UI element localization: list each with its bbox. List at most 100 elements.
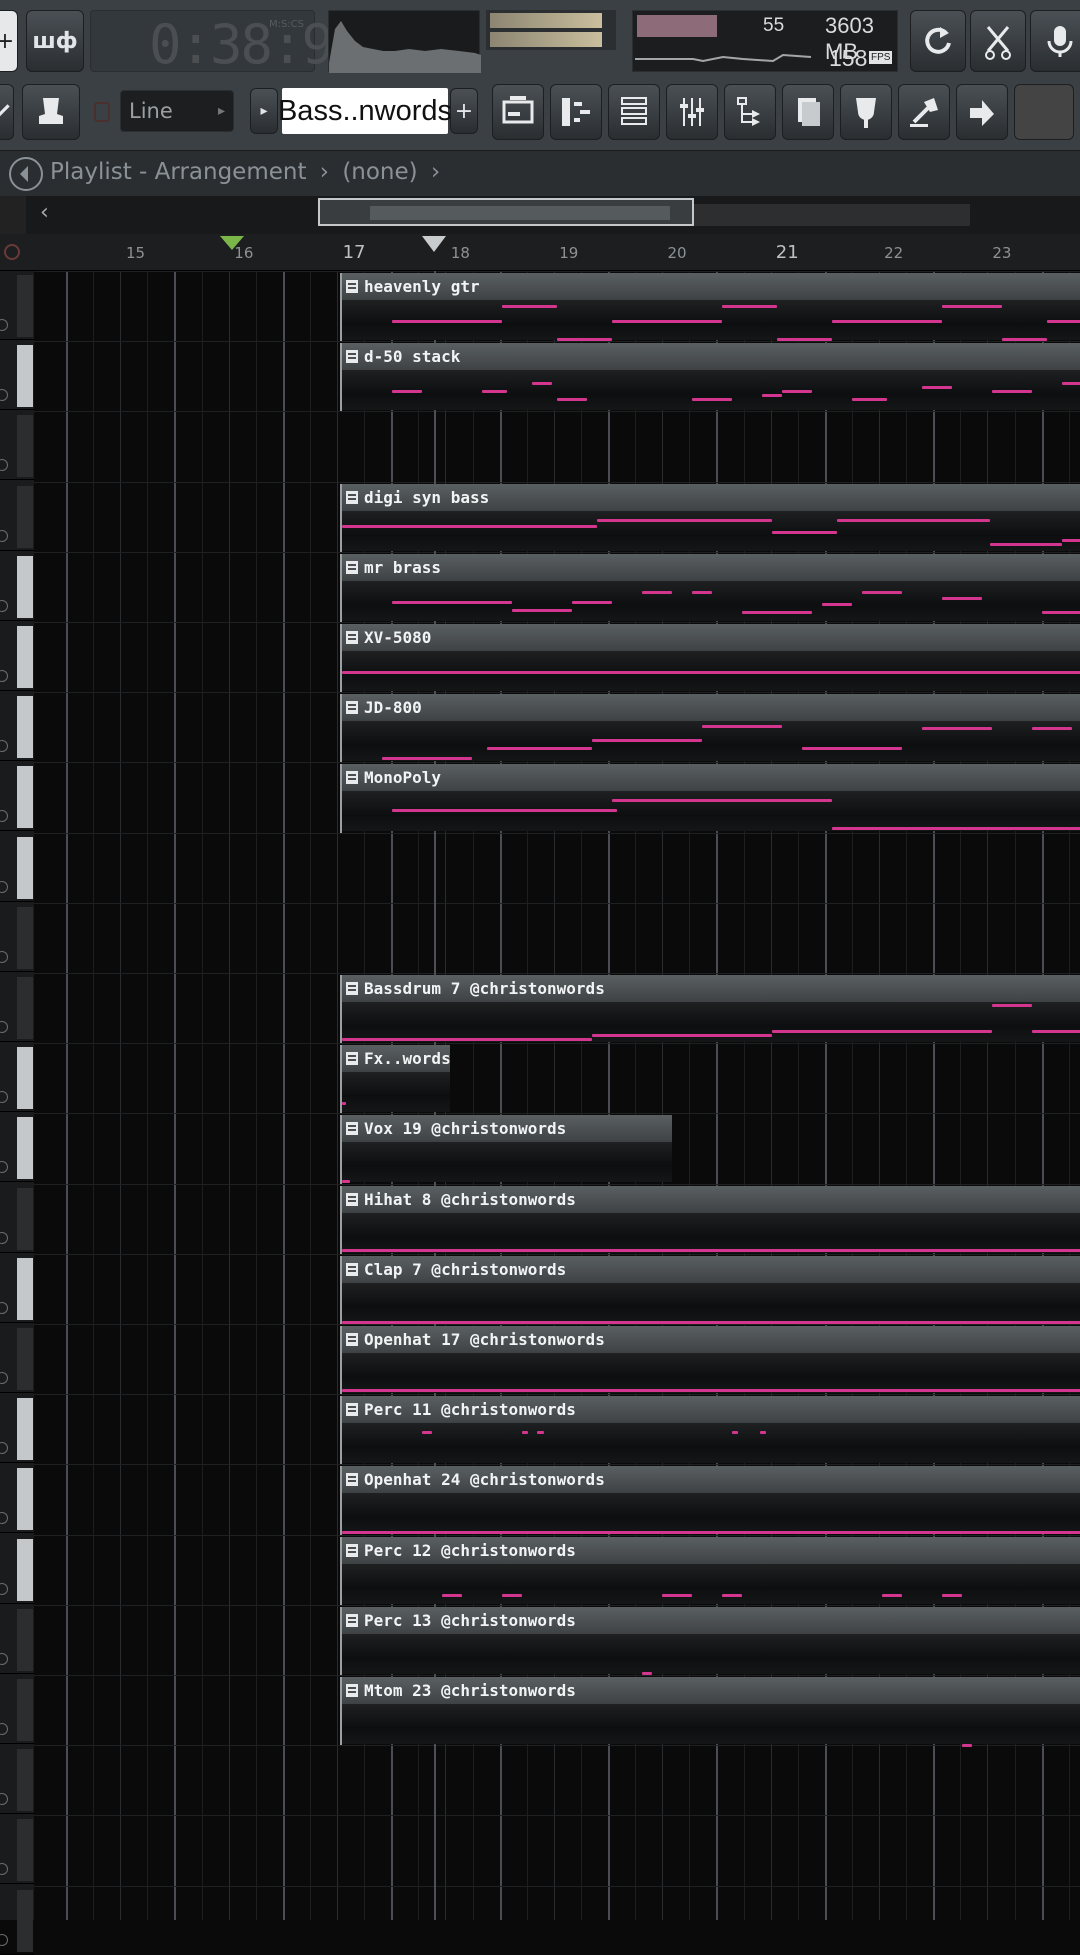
clip-header[interactable]: Openhat 24 @christonwords	[342, 1466, 1080, 1494]
clip-heavenly-gtr[interactable]: heavenly gtr	[340, 273, 1080, 353]
track-mute-button[interactable]	[17, 1468, 33, 1531]
browser-button[interactable]	[724, 84, 776, 140]
clip-menu-icon[interactable]	[346, 701, 358, 715]
pencil-tool-button[interactable]	[0, 84, 14, 140]
track-header-3[interactable]	[0, 411, 34, 481]
track-mute-button[interactable]	[17, 1257, 33, 1320]
track-mute-button[interactable]	[17, 626, 33, 688]
extra-button[interactable]	[1014, 84, 1074, 140]
clip-menu-icon[interactable]	[346, 1684, 358, 1697]
performance-button[interactable]	[898, 84, 950, 140]
clip-header[interactable]: d-50 stack	[342, 343, 1080, 371]
playlist-menu-icon[interactable]	[6, 154, 46, 194]
track-header-22[interactable]	[0, 1745, 34, 1815]
track-mute-button[interactable]	[17, 485, 33, 548]
track-header-5[interactable]	[0, 552, 34, 621]
pattern-selector[interactable]: Bass..nwords	[278, 88, 452, 134]
timeline-ruler[interactable]: 15 16 17 18 19 20 21 22 23	[0, 234, 1080, 271]
snap-grid-icon[interactable]	[0, 196, 26, 234]
track-header-17[interactable]	[0, 1394, 34, 1464]
track-mute-button[interactable]	[17, 1608, 33, 1671]
clip-perc-11-christonwords[interactable]: Perc 11 @christonwords	[340, 1396, 1080, 1465]
clip-perc-13-christonwords[interactable]: Perc 13 @christonwords	[340, 1606, 1080, 1675]
song-time-display[interactable]: 0:38:93 M:S:CS	[90, 10, 365, 76]
mixer-button[interactable]	[666, 84, 718, 140]
track-mute-button[interactable]	[17, 1749, 33, 1812]
track-header-19[interactable]	[0, 1535, 34, 1604]
clip-hihat-8-christonwords[interactable]: Hihat 8 @christonwords	[340, 1185, 1080, 1254]
track-header-6[interactable]	[0, 622, 34, 691]
clip-menu-icon[interactable]	[346, 631, 358, 644]
track-header-1[interactable]	[0, 271, 34, 340]
clip-mr-brass[interactable]: mr brass	[340, 553, 1080, 622]
clip-header[interactable]: Mtom 23 @christonwords	[342, 1677, 1080, 1704]
clip-header[interactable]: Perc 13 @christonwords	[342, 1606, 1080, 1634]
track-header-14[interactable]	[0, 1184, 34, 1253]
clip-header[interactable]: Openhat 17 @christonwords	[342, 1326, 1080, 1353]
clip-menu-icon[interactable]	[346, 1333, 358, 1346]
track-select-icon[interactable]	[0, 1652, 8, 1665]
clip-header[interactable]: Fx..words	[342, 1045, 450, 1073]
track-header-24[interactable]	[0, 1886, 34, 1955]
clip-header[interactable]: digi syn bass	[342, 483, 1080, 511]
clip-menu-icon[interactable]	[346, 1122, 358, 1136]
track-header-12[interactable]	[0, 1043, 34, 1113]
track-select-icon[interactable]	[0, 1372, 8, 1384]
lock-icon[interactable]	[94, 102, 110, 122]
cut-tool-button[interactable]	[970, 10, 1026, 72]
clip-menu-icon[interactable]	[346, 1543, 358, 1557]
record-audio-button[interactable]	[1030, 10, 1080, 72]
track-mute-button[interactable]	[17, 1398, 33, 1461]
track-select-icon[interactable]	[0, 950, 8, 963]
clip-header[interactable]: Vox 19 @christonwords	[342, 1115, 672, 1143]
snap-select[interactable]: Line	[120, 90, 234, 132]
track-mute-button[interactable]	[17, 415, 33, 478]
clip-header[interactable]: heavenly gtr	[342, 273, 1080, 300]
project-button[interactable]	[782, 84, 834, 140]
track-select-icon[interactable]	[0, 1301, 8, 1314]
clip-menu-icon[interactable]	[346, 1262, 358, 1276]
clip-clap-7-christonwords[interactable]: Clap 7 @christonwords	[340, 1255, 1080, 1324]
track-select-icon[interactable]	[0, 1021, 8, 1033]
clip-menu-icon[interactable]	[346, 490, 358, 504]
loop-start-marker-icon[interactable]	[220, 236, 244, 250]
clip-menu-icon[interactable]	[346, 1613, 358, 1627]
track-select-icon[interactable]	[0, 1442, 8, 1455]
track-header-21[interactable]	[0, 1675, 34, 1744]
clip-menu-icon[interactable]	[346, 771, 358, 785]
track-select-icon[interactable]	[0, 880, 8, 893]
track-select-icon[interactable]	[0, 670, 8, 682]
track-mute-button[interactable]	[17, 1328, 33, 1390]
track-mute-button[interactable]	[17, 977, 33, 1039]
track-select-icon[interactable]	[0, 459, 8, 472]
clip-bassdrum-7-christonwords[interactable]: Bassdrum 7 @christonwords	[340, 975, 1080, 1044]
track-header-7[interactable]	[0, 692, 34, 762]
stamp-tool-button[interactable]	[22, 84, 80, 140]
track-select-icon[interactable]	[0, 389, 8, 402]
wave-tool-button[interactable]: шф	[26, 10, 84, 72]
track-mute-button[interactable]	[17, 1538, 33, 1601]
track-mute-button[interactable]	[17, 1679, 33, 1741]
share-button[interactable]	[956, 84, 1008, 140]
track-mute-button[interactable]	[17, 836, 33, 899]
track-select-icon[interactable]	[0, 1582, 8, 1595]
clip-perc-12-christonwords[interactable]: Perc 12 @christonwords	[340, 1536, 1080, 1605]
track-select-icon[interactable]	[0, 740, 8, 753]
clip-jd-800[interactable]: JD-800	[340, 694, 1080, 763]
clip-mtom-23-christonwords[interactable]: Mtom 23 @christonwords	[340, 1677, 1080, 1747]
clip-menu-icon[interactable]	[346, 1192, 358, 1206]
clip-menu-icon[interactable]	[346, 350, 358, 364]
clip-menu-icon[interactable]	[346, 1052, 358, 1066]
track-header-13[interactable]	[0, 1113, 34, 1183]
track-mute-button[interactable]	[17, 1047, 33, 1110]
arrangement-selector[interactable]: (none)	[342, 159, 417, 185]
track-select-icon[interactable]	[0, 529, 8, 542]
track-header-15[interactable]	[0, 1254, 34, 1323]
track-header-11[interactable]	[0, 973, 34, 1042]
track-select-icon[interactable]	[0, 1231, 8, 1244]
track-header-18[interactable]	[0, 1464, 34, 1534]
track-header-10[interactable]	[0, 903, 34, 972]
track-mute-button[interactable]	[17, 555, 33, 618]
clip-header[interactable]: JD-800	[342, 694, 1080, 722]
track-mute-button[interactable]	[17, 1117, 33, 1180]
